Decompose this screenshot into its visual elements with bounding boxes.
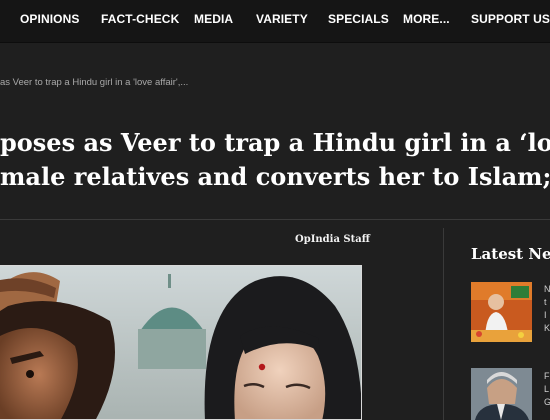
news-thumbnail-2[interactable] [471, 368, 532, 420]
top-navigation: OPINIONS FACT-CHECK MEDIA VARIETY SPECIA… [0, 0, 550, 43]
headline-line-1: poses as Veer to trap a Hindu girl in a … [0, 128, 550, 157]
nav-item-specials[interactable]: SPECIALS [328, 0, 389, 42]
breadcrumb[interactable]: as Veer to trap a Hindu girl in a 'love … [0, 77, 188, 88]
latest-news-heading: Latest New [471, 245, 550, 263]
headline-line-2: male relatives and converts her to Islam… [0, 162, 550, 191]
article-hero-image [0, 265, 362, 420]
author-name[interactable]: OpIndia Staff [295, 234, 370, 245]
nav-item-media[interactable]: MEDIA [194, 0, 233, 42]
article-headline: poses as Veer to trap a Hindu girl in a … [0, 126, 550, 194]
news-thumbnail-image-2 [471, 368, 532, 420]
nav-item-more[interactable]: MORE... [403, 0, 450, 42]
news-thumbnail-1[interactable] [471, 282, 532, 342]
column-divider [443, 228, 444, 420]
nav-item-fact-check[interactable]: FACT-CHECK [101, 0, 179, 42]
nav-item-support-us[interactable]: SUPPORT US [471, 0, 550, 42]
nav-item-opinions[interactable]: OPINIONS [20, 0, 79, 42]
nav-item-variety[interactable]: VARIETY [256, 0, 308, 42]
headline-divider [0, 219, 550, 220]
news-thumbnail-image-1 [471, 282, 532, 342]
hero-illustration [0, 266, 361, 419]
news-text-2[interactable]: F L G [544, 370, 550, 409]
news-text-1[interactable]: N t I K [544, 283, 550, 335]
